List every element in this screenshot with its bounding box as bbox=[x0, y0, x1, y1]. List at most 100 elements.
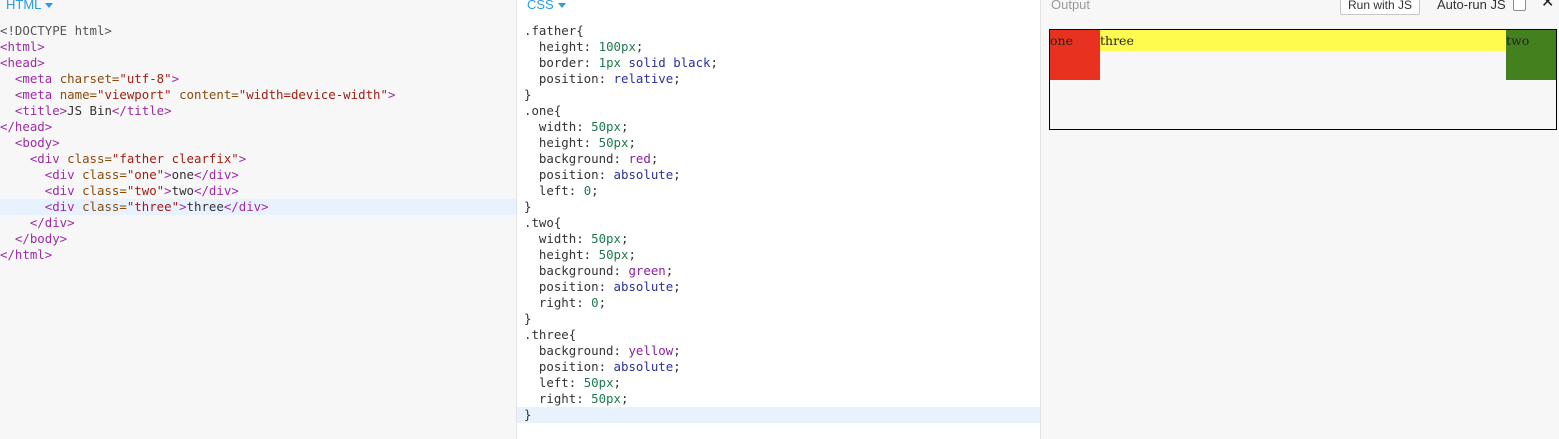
code-line[interactable]: <meta charset="utf-8"> bbox=[0, 71, 516, 87]
code-line[interactable]: left: 0; bbox=[517, 183, 1040, 199]
code-line[interactable]: position: absolute; bbox=[517, 279, 1040, 295]
code-token: 100px bbox=[598, 39, 636, 54]
code-token: </title> bbox=[111, 103, 172, 118]
code-token: ; bbox=[673, 359, 681, 374]
code-token: charset= bbox=[59, 71, 120, 86]
close-icon[interactable]: ✕ bbox=[1541, 0, 1554, 11]
code-token: three bbox=[186, 199, 224, 214]
code-token: right: bbox=[524, 295, 592, 310]
code-line[interactable]: .father{ bbox=[517, 23, 1040, 39]
code-token: ; bbox=[673, 71, 681, 86]
code-token: 50px bbox=[583, 375, 614, 390]
code-token: <div bbox=[44, 167, 83, 182]
code-token: </div> bbox=[194, 167, 239, 182]
code-token: .three{ bbox=[524, 327, 577, 342]
code-token: position: bbox=[524, 167, 614, 182]
code-token: background: bbox=[524, 263, 629, 278]
code-line[interactable]: width: 50px; bbox=[517, 231, 1040, 247]
code-line[interactable]: width: 50px; bbox=[517, 119, 1040, 135]
code-token: } bbox=[524, 311, 532, 326]
code-token: "three" bbox=[126, 199, 180, 214]
code-token: width: bbox=[524, 119, 592, 134]
code-line[interactable]: position: absolute; bbox=[517, 359, 1040, 375]
code-line[interactable]: } bbox=[517, 87, 1040, 103]
css-panel-label: CSS bbox=[527, 0, 554, 12]
code-token: <html> bbox=[0, 39, 45, 54]
code-token: ; bbox=[673, 167, 681, 182]
code-line[interactable]: right: 50px; bbox=[517, 391, 1040, 407]
code-line[interactable]: position: absolute; bbox=[517, 167, 1040, 183]
code-token: border: bbox=[524, 55, 599, 70]
jsbin-editor: HTML <!DOCTYPE html> <html> <head> <meta c… bbox=[0, 0, 1559, 439]
code-line[interactable]: </div> bbox=[0, 215, 516, 231]
code-token: height: bbox=[524, 39, 599, 54]
code-line[interactable]: <title>JS Bin</title> bbox=[0, 103, 516, 119]
code-token: red bbox=[628, 151, 651, 166]
code-token: class= bbox=[82, 199, 127, 214]
code-line[interactable]: background: yellow; bbox=[517, 343, 1040, 359]
code-token: </html> bbox=[0, 247, 53, 262]
code-line[interactable]: </body> bbox=[0, 231, 516, 247]
code-line[interactable]: <div class="two">two</div> bbox=[0, 183, 516, 199]
code-line[interactable]: <meta name="viewport" content="width=dev… bbox=[0, 87, 516, 103]
preview-box-one: one bbox=[1050, 30, 1100, 80]
css-code-editor[interactable]: .father{ height: 100px; border: 1px soli… bbox=[517, 23, 1040, 423]
html-code-editor[interactable]: <!DOCTYPE html> <html> <head> <meta charse… bbox=[0, 23, 516, 263]
autorun-checkbox[interactable] bbox=[1513, 0, 1526, 11]
code-line[interactable]: background: green; bbox=[517, 263, 1040, 279]
code-line[interactable]: background: red; bbox=[517, 151, 1040, 167]
code-token: ; bbox=[628, 135, 636, 150]
code-line[interactable]: <body> bbox=[0, 135, 516, 151]
run-with-js-button[interactable]: Run with JS bbox=[1340, 0, 1421, 15]
code-line[interactable]: } bbox=[517, 407, 1040, 423]
code-token: 0 bbox=[591, 295, 599, 310]
code-line[interactable]: <div class="father clearfix"> bbox=[0, 151, 516, 167]
code-line[interactable]: border: 1px solid black; bbox=[517, 55, 1040, 71]
code-token: ; bbox=[650, 151, 659, 166]
code-line[interactable]: height: 50px; bbox=[517, 247, 1040, 263]
code-token: 50px bbox=[591, 119, 621, 134]
code-token: > bbox=[164, 167, 172, 182]
autorun-label: Auto-run JS bbox=[1437, 0, 1506, 12]
code-line[interactable]: .two{ bbox=[517, 215, 1040, 231]
code-token: height: bbox=[524, 247, 599, 262]
code-line[interactable]: <div class="three">three</div> bbox=[0, 199, 516, 215]
code-line[interactable]: .three{ bbox=[517, 327, 1040, 343]
code-line[interactable]: } bbox=[517, 311, 1040, 327]
html-panel-menu[interactable]: HTML bbox=[6, 0, 54, 11]
code-line[interactable]: <!DOCTYPE html> bbox=[0, 23, 516, 39]
html-panel-header: HTML bbox=[0, 0, 516, 14]
code-line[interactable]: <div class="one">one</div> bbox=[0, 167, 516, 183]
code-token: name= bbox=[59, 87, 97, 102]
code-token: absolute bbox=[613, 279, 674, 294]
code-token: .one{ bbox=[524, 103, 562, 118]
code-line[interactable]: } bbox=[517, 199, 1040, 215]
css-panel-menu[interactable]: CSS bbox=[527, 0, 566, 11]
code-line[interactable]: height: 50px; bbox=[517, 135, 1040, 151]
code-line[interactable]: <html> bbox=[0, 39, 516, 55]
code-token: <!DOCTYPE html> bbox=[0, 23, 112, 38]
code-token: position: bbox=[524, 71, 614, 86]
code-line[interactable]: right: 0; bbox=[517, 295, 1040, 311]
code-line[interactable]: <head> bbox=[0, 55, 516, 71]
code-token: <meta bbox=[14, 87, 60, 102]
code-token: > bbox=[164, 183, 172, 198]
code-token: <div bbox=[29, 151, 68, 166]
code-line[interactable]: position: relative; bbox=[517, 71, 1040, 87]
code-token: 1px bbox=[598, 55, 621, 70]
code-token: <title> bbox=[14, 103, 68, 118]
code-token: position: bbox=[524, 279, 614, 294]
code-token: absolute bbox=[613, 167, 674, 182]
code-token: relative bbox=[613, 71, 674, 86]
code-token: } bbox=[524, 407, 532, 422]
code-line[interactable]: left: 50px; bbox=[517, 375, 1040, 391]
code-line[interactable]: </html> bbox=[0, 247, 516, 263]
code-line[interactable]: height: 100px; bbox=[517, 39, 1040, 55]
code-line[interactable]: .one{ bbox=[517, 103, 1040, 119]
code-line[interactable]: </head> bbox=[0, 119, 516, 135]
